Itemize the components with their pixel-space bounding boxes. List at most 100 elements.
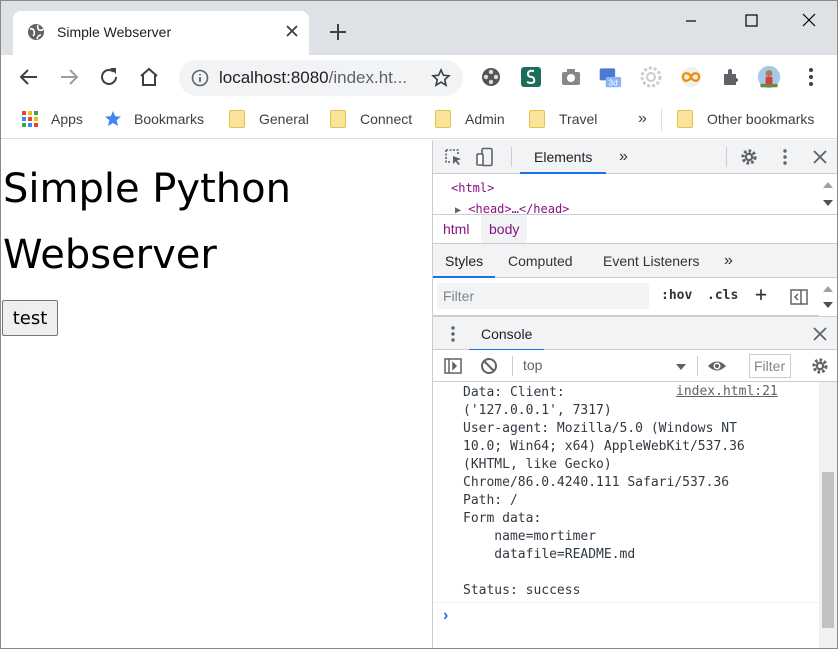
camera-extension-icon[interactable]	[559, 65, 583, 89]
drawer-menu-icon[interactable]	[443, 324, 463, 344]
tab-console[interactable]: Console	[469, 317, 545, 351]
folder-icon	[330, 110, 346, 128]
gear-extension-icon[interactable]	[639, 65, 663, 89]
eye-icon[interactable]	[707, 356, 727, 376]
minimize-icon[interactable]	[678, 9, 704, 33]
console-message: Data: Client: ('127.0.0.1', 7317) User-a…	[463, 385, 745, 598]
menu-icon[interactable]	[799, 65, 823, 89]
console-settings-icon[interactable]	[810, 356, 830, 376]
breadcrumb: html body	[433, 214, 837, 244]
svg-text:3d: 3d	[608, 78, 618, 88]
globe-icon	[28, 24, 44, 40]
cls-toggle[interactable]: .cls	[707, 288, 738, 303]
film-reel-extension-icon[interactable]	[479, 65, 503, 89]
styles-filter-row: Filter :hov .cls +	[433, 278, 837, 316]
toggle-sidebar-icon[interactable]	[789, 287, 809, 307]
console-scrollbar[interactable]	[819, 382, 837, 648]
dom-node-html[interactable]: <html>	[451, 181, 494, 195]
toolbar-divider	[511, 147, 512, 167]
styles-more-tabs[interactable]: »	[724, 244, 733, 278]
drawer-tabbar: Console	[433, 316, 837, 351]
extensions-icon[interactable]	[719, 65, 743, 89]
console-source-link[interactable]: index.html:21	[676, 384, 778, 399]
hov-toggle[interactable]: :hov	[661, 288, 692, 303]
star-icon[interactable]	[431, 68, 451, 88]
bookmark-label: General	[259, 111, 309, 127]
bookmark-label: Bookmarks	[134, 111, 205, 127]
tab-elements[interactable]: Elements	[520, 140, 607, 174]
3d-extension-icon[interactable]: 3d	[598, 65, 622, 89]
toolbar-divider	[512, 356, 513, 376]
folder-icon	[435, 110, 451, 128]
console-prompt[interactable]: ›	[433, 602, 819, 630]
bookmark-label: Admin	[465, 111, 505, 127]
bookmarks-bar: Apps Bookmarks General Connect Admin Tra…	[1, 101, 837, 139]
more-tabs-button[interactable]: »	[619, 140, 628, 174]
devtools-panel: Elements » <html> ▶ <head>…</head> html …	[432, 140, 837, 648]
tab-event-listeners[interactable]: Event Listeners	[603, 244, 700, 278]
close-drawer-icon[interactable]	[810, 324, 830, 344]
bookmark-folder-other[interactable]: Other bookmarks	[677, 109, 814, 129]
tab-computed[interactable]: Computed	[508, 244, 573, 278]
prompt-chevron-icon: ›	[443, 607, 449, 624]
dom-scrollbar[interactable]	[819, 174, 837, 214]
close-devtools-icon[interactable]	[810, 147, 830, 167]
inspect-icon[interactable]	[443, 147, 463, 167]
console-filter-input[interactable]: Filter	[749, 354, 791, 378]
gear-icon[interactable]	[739, 147, 759, 167]
browser-toolbar: localhost:8080/index.ht... 3d	[1, 55, 837, 101]
crumb-body[interactable]: body	[481, 215, 528, 243]
bookmark-folder-general[interactable]: General	[229, 109, 309, 129]
devtools-toolbar: Elements »	[433, 140, 837, 174]
test-button[interactable]: test	[2, 300, 58, 336]
folder-icon	[229, 110, 245, 128]
bookmark-folder-admin[interactable]: Admin	[435, 109, 505, 129]
reload-icon[interactable]	[97, 65, 121, 89]
styles-scrollbar[interactable]	[819, 278, 837, 316]
bookmark-apps[interactable]: Apps	[21, 109, 83, 129]
stylus-extension-icon[interactable]	[519, 65, 543, 89]
close-icon[interactable]	[283, 22, 301, 40]
show-sidebar-icon[interactable]	[443, 356, 463, 376]
home-icon[interactable]	[137, 65, 161, 89]
scrollbar-thumb[interactable]	[822, 472, 834, 628]
bookmark-label: Travel	[559, 111, 598, 127]
dom-tree: <html> ▶ <head>…</head>	[433, 174, 837, 216]
chevron-down-icon[interactable]	[671, 356, 691, 376]
new-rule-button[interactable]: +	[755, 282, 767, 306]
bookmark-folder-travel[interactable]: Travel	[529, 109, 597, 129]
device-icon[interactable]	[475, 147, 495, 167]
back-icon[interactable]	[17, 65, 41, 89]
plus-icon[interactable]	[327, 21, 349, 43]
styles-tabbar: Styles Computed Event Listeners »	[433, 244, 837, 278]
page-heading: Simple Python Webserver	[3, 166, 291, 278]
browser-window: Simple Webserver localhost:8080/index.ht…	[0, 0, 838, 649]
browser-tab[interactable]: Simple Webserver	[13, 11, 309, 55]
info-icon[interactable]	[191, 69, 209, 87]
styles-filter-input[interactable]: Filter	[437, 283, 649, 309]
toolbar-divider	[726, 147, 727, 167]
address-bar[interactable]: localhost:8080/index.ht...	[179, 60, 463, 96]
folder-icon	[529, 110, 545, 128]
context-select[interactable]: top	[523, 357, 542, 373]
page-viewport: Simple Python Webserver test	[1, 140, 431, 648]
infinity-extension-icon[interactable]	[679, 65, 703, 89]
crumb-html[interactable]: html	[435, 215, 477, 243]
bookmarks-overflow-button[interactable]: »	[638, 109, 647, 129]
tab-styles[interactable]: Styles	[433, 244, 496, 278]
clear-console-icon[interactable]	[479, 356, 499, 376]
bookmarks-divider	[661, 109, 662, 131]
maximize-icon[interactable]	[738, 9, 764, 33]
kebab-menu-icon[interactable]	[775, 147, 795, 167]
folder-icon	[677, 110, 693, 128]
avatar[interactable]	[757, 65, 781, 89]
window-close-icon[interactable]	[796, 9, 822, 33]
forward-icon[interactable]	[57, 65, 81, 89]
bookmark-label: Connect	[360, 111, 413, 127]
apps-grid-icon	[22, 111, 38, 127]
bookmark-folder-connect[interactable]: Connect	[330, 109, 412, 129]
bookmark-bookmarks[interactable]: Bookmarks	[104, 109, 204, 129]
tab-title: Simple Webserver	[57, 24, 172, 40]
url-path: /index.ht...	[328, 68, 408, 87]
console-output: Data: Client: ('127.0.0.1', 7317) User-a…	[433, 382, 819, 604]
